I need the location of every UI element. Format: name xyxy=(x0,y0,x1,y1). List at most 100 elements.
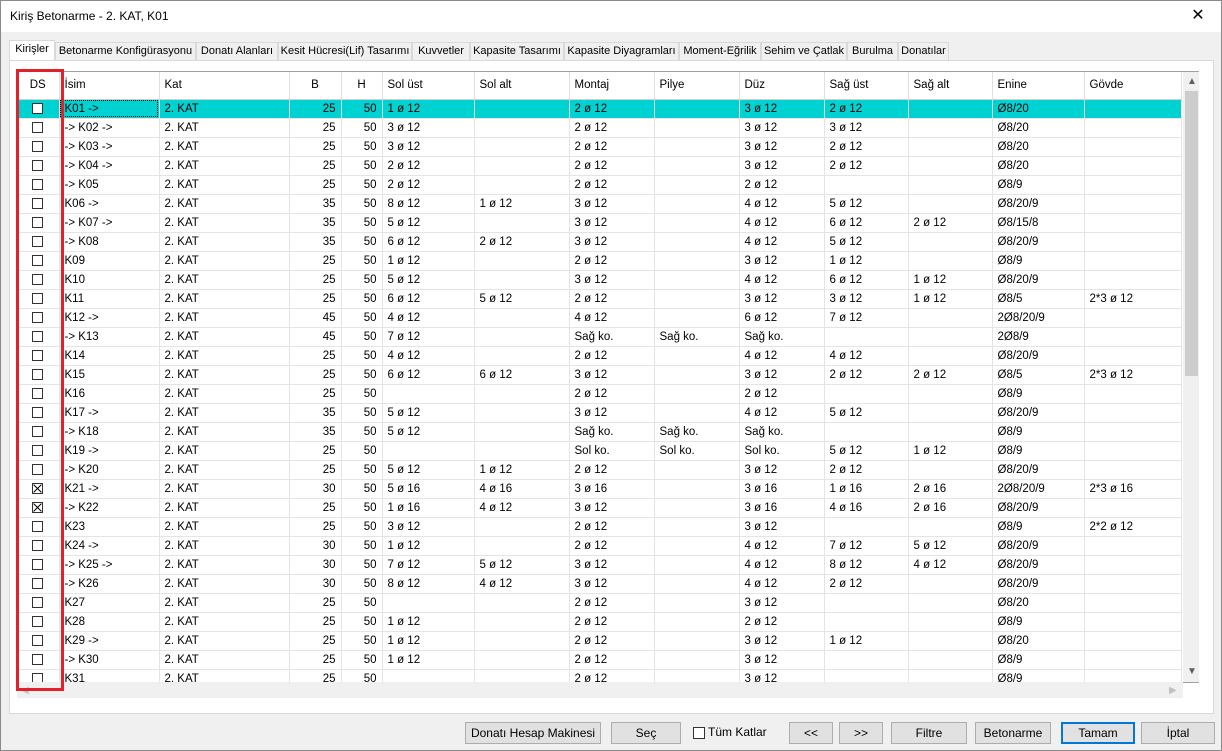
cell-sol-alt[interactable] xyxy=(474,270,570,290)
cell-sol-alt[interactable] xyxy=(474,118,570,138)
cell-h[interactable]: 50 xyxy=(341,365,383,385)
cell-sag-ust[interactable]: 1 ø 12 xyxy=(824,631,909,651)
column-header-sag-ust[interactable]: Sağ üst xyxy=(824,72,909,100)
cell-duz[interactable]: 3 ø 12 xyxy=(739,593,825,613)
cell-enine[interactable]: Ø8/20 xyxy=(992,99,1085,119)
cell-kat[interactable]: 2. KAT xyxy=(159,365,290,385)
cell-isim[interactable]: -> K20 xyxy=(59,460,160,480)
cell-govde[interactable] xyxy=(1084,346,1182,366)
cell-sol-alt[interactable]: 5 ø 12 xyxy=(474,289,570,309)
cell-duz[interactable]: 4 ø 12 xyxy=(739,194,825,214)
cell-sag-ust[interactable]: 5 ø 12 xyxy=(824,232,909,252)
table-row[interactable]: -> K07 -> 2. KAT 35 50 5 ø 12 3 ø 12 4 ø 12 6 ø… xyxy=(17,213,1182,233)
cell-kat[interactable]: 2. KAT xyxy=(159,555,290,575)
cell-kat[interactable]: 2. KAT xyxy=(159,118,290,138)
cell-pilye[interactable] xyxy=(654,270,740,290)
cell-kat[interactable]: 2. KAT xyxy=(159,156,290,176)
cell-sag-ust[interactable]: 5 ø 12 xyxy=(824,403,909,423)
cell-h[interactable]: 50 xyxy=(341,137,383,157)
table-row[interactable]: -> K18 2. KAT 35 50 5 ø 12 Sağ ko. Sağ ko. Sağ … xyxy=(17,422,1182,442)
cell-b[interactable]: 45 xyxy=(289,327,342,347)
cell-kat[interactable]: 2. KAT xyxy=(159,289,290,309)
cell-b[interactable]: 30 xyxy=(289,479,342,499)
cell-sag-ust[interactable]: 1 ø 12 xyxy=(824,251,909,271)
cell-montaj[interactable]: 2 ø 12 xyxy=(569,650,655,670)
concrete-button[interactable]: Betonarme xyxy=(975,722,1051,744)
cell-isim[interactable]: K24 -> xyxy=(59,536,160,556)
cell-isim[interactable]: K31 xyxy=(59,669,160,682)
cell-enine[interactable]: Ø8/5 xyxy=(992,289,1085,309)
table-row[interactable]: -> K04 -> 2. KAT 25 50 2 ø 12 2 ø 12 3 ø 12 2 ø… xyxy=(17,156,1182,176)
cell-duz[interactable]: 2 ø 12 xyxy=(739,612,825,632)
cell-isim[interactable]: K01 -> xyxy=(59,99,160,119)
cell-montaj[interactable]: 3 ø 16 xyxy=(569,479,655,499)
table-row[interactable]: K17 -> 2. KAT 35 50 5 ø 12 3 ø 12 4 ø 12 5 ø 12… xyxy=(17,403,1182,423)
cell-govde[interactable] xyxy=(1084,175,1182,195)
cell-pilye[interactable] xyxy=(654,650,740,670)
column-header-h[interactable]: H xyxy=(341,72,383,100)
cell-sol-ust[interactable] xyxy=(382,384,475,404)
cell-montaj[interactable]: 2 ø 12 xyxy=(569,99,655,119)
cell-sol-ust[interactable]: 1 ø 12 xyxy=(382,631,475,651)
cell-sol-ust[interactable]: 5 ø 12 xyxy=(382,460,475,480)
column-header-b[interactable]: B xyxy=(289,72,342,100)
cell-b[interactable]: 25 xyxy=(289,137,342,157)
cell-sol-ust[interactable]: 1 ø 12 xyxy=(382,612,475,632)
cell-sol-ust[interactable]: 5 ø 12 xyxy=(382,270,475,290)
cell-sag-alt[interactable]: 5 ø 12 xyxy=(908,536,993,556)
table-row[interactable]: K31 2. KAT 25 50 2 ø 12 3 ø 12 Ø8/9 xyxy=(17,669,1182,682)
cell-h[interactable]: 50 xyxy=(341,574,383,594)
cell-isim[interactable]: K27 xyxy=(59,593,160,613)
cell-enine[interactable]: Ø8/9 xyxy=(992,650,1085,670)
cell-govde[interactable] xyxy=(1084,118,1182,138)
cell-sag-alt[interactable]: 2 ø 16 xyxy=(908,479,993,499)
cell-kat[interactable]: 2. KAT xyxy=(159,384,290,404)
cell-sag-alt[interactable] xyxy=(908,99,993,119)
cell-montaj[interactable]: 2 ø 12 xyxy=(569,384,655,404)
tab-kuvvetler[interactable]: Kuvvetler xyxy=(412,42,470,60)
table-row[interactable]: K01 -> 2. KAT 25 50 1 ø 12 2 ø 12 3 ø 12 2 ø 12… xyxy=(17,99,1182,119)
cell-montaj[interactable]: 3 ø 12 xyxy=(569,498,655,518)
cell-kat[interactable]: 2. KAT xyxy=(159,574,290,594)
cell-govde[interactable] xyxy=(1084,213,1182,233)
cell-b[interactable]: 35 xyxy=(289,232,342,252)
cell-montaj[interactable]: 2 ø 12 xyxy=(569,251,655,271)
next-button[interactable]: >> xyxy=(839,722,883,744)
cell-h[interactable]: 50 xyxy=(341,213,383,233)
cell-b[interactable]: 35 xyxy=(289,213,342,233)
cell-isim[interactable]: -> K25 -> xyxy=(59,555,160,575)
cell-pilye[interactable] xyxy=(654,403,740,423)
cell-govde[interactable] xyxy=(1084,308,1182,328)
cell-sol-alt[interactable] xyxy=(474,327,570,347)
cell-montaj[interactable]: 2 ø 12 xyxy=(569,669,655,682)
cell-kat[interactable]: 2. KAT xyxy=(159,593,290,613)
cell-sag-ust[interactable]: 5 ø 12 xyxy=(824,194,909,214)
cell-enine[interactable]: Ø8/20 xyxy=(992,593,1085,613)
cell-govde[interactable]: 2*2 ø 12 xyxy=(1084,517,1182,537)
tab-donati-alanlari[interactable]: Donatı Alanları xyxy=(196,42,278,60)
cell-sag-alt[interactable] xyxy=(908,327,993,347)
cell-govde[interactable] xyxy=(1084,137,1182,157)
cell-sag-ust[interactable]: 1 ø 16 xyxy=(824,479,909,499)
cell-sol-alt[interactable] xyxy=(474,137,570,157)
cell-isim[interactable]: K14 xyxy=(59,346,160,366)
cell-enine[interactable]: Ø8/20/9 xyxy=(992,232,1085,252)
cell-sol-ust[interactable]: 4 ø 12 xyxy=(382,308,475,328)
cell-isim[interactable]: -> K08 xyxy=(59,232,160,252)
cell-isim[interactable]: K16 xyxy=(59,384,160,404)
cell-duz[interactable]: 4 ø 12 xyxy=(739,574,825,594)
cell-pilye[interactable] xyxy=(654,118,740,138)
cell-enine[interactable]: Ø8/9 xyxy=(992,669,1085,682)
cell-sol-ust[interactable] xyxy=(382,441,475,461)
cell-kat[interactable]: 2. KAT xyxy=(159,422,290,442)
cell-h[interactable]: 50 xyxy=(341,460,383,480)
cell-sag-alt[interactable] xyxy=(908,308,993,328)
cell-montaj[interactable]: 2 ø 12 xyxy=(569,175,655,195)
previous-button[interactable]: << xyxy=(789,722,833,744)
cell-sol-alt[interactable]: 5 ø 12 xyxy=(474,555,570,575)
cell-b[interactable]: 30 xyxy=(289,536,342,556)
cell-montaj[interactable]: 2 ø 12 xyxy=(569,137,655,157)
cell-pilye[interactable] xyxy=(654,669,740,682)
cell-sol-ust[interactable]: 5 ø 12 xyxy=(382,213,475,233)
cell-sol-alt[interactable] xyxy=(474,213,570,233)
